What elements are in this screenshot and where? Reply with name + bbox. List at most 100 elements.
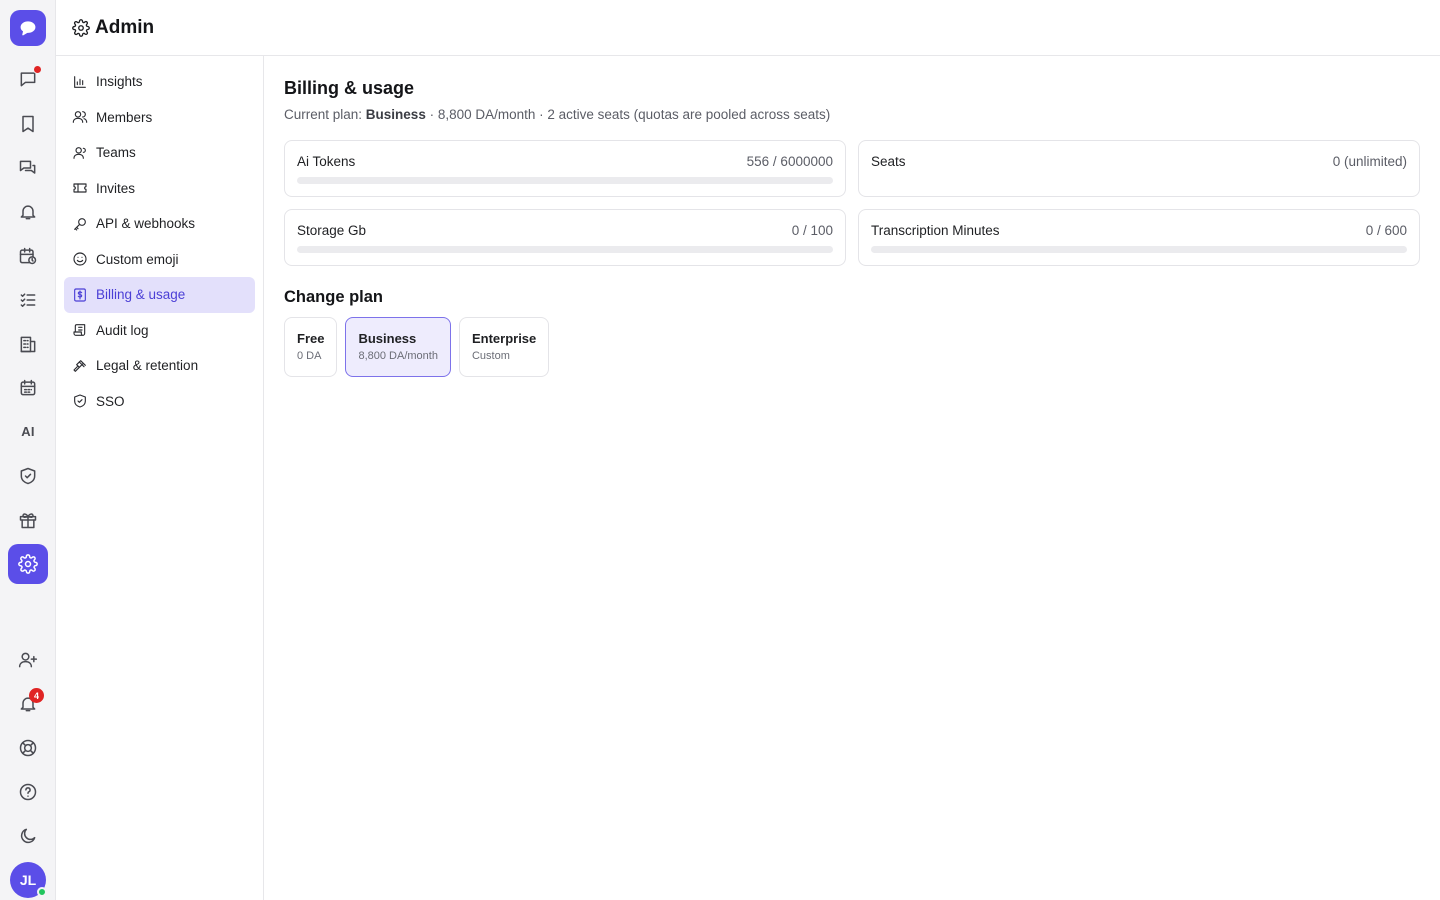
rail-chats[interactable] — [8, 59, 48, 99]
rail-tasks[interactable] — [8, 280, 48, 320]
current-plan-summary: Current plan: Business · 8,800 DA/month … — [284, 107, 1420, 122]
notification-count-badge: 4 — [29, 688, 44, 703]
rail-ai[interactable]: AI — [8, 411, 48, 451]
rail-calendar[interactable] — [8, 368, 48, 408]
sidebar-item-teams[interactable]: Teams — [64, 135, 255, 171]
rail-threads[interactable] — [8, 148, 48, 188]
team-icon — [73, 146, 86, 159]
scroll-icon — [73, 324, 86, 337]
rail-schedule[interactable] — [8, 236, 48, 276]
ai-icon: AI — [21, 423, 35, 439]
sidebar-item-label: Teams — [96, 145, 136, 161]
threads-icon — [19, 160, 36, 174]
shield-check-icon — [20, 467, 36, 485]
usage-value: 0 / 100 — [791, 223, 833, 238]
smile-icon — [73, 252, 87, 266]
app-logo[interactable] — [10, 10, 46, 46]
usage-value: 556 / 6000000 — [746, 154, 833, 169]
user-avatar[interactable]: JL — [10, 862, 47, 898]
page-header: Admin — [56, 0, 1440, 56]
sidebar-item-label: Invites — [96, 180, 136, 196]
sidebar-item-label: Custom emoji — [96, 251, 179, 267]
sidebar-item-billing-usage[interactable]: Billing & usage — [64, 277, 255, 313]
rail-notifications[interactable]: 4 — [8, 684, 48, 724]
sidebar-item-label: Audit log — [96, 322, 149, 338]
sidebar-item-invites[interactable]: Invites — [64, 171, 255, 207]
building-icon — [20, 336, 36, 353]
shield-icon — [74, 394, 86, 408]
sidebar-item-insights[interactable]: Insights — [64, 64, 255, 100]
ticket-icon — [73, 183, 87, 193]
avatar-initials: JL — [19, 872, 37, 888]
sidebar-item-label: Insights — [96, 74, 143, 90]
sidebar-item-members[interactable]: Members — [64, 100, 255, 136]
plan-options: Free 0 DA Business 8,800 DA/month Enterp… — [284, 317, 1420, 377]
key-icon — [74, 217, 86, 231]
usage-value: 0 / 600 — [1365, 223, 1407, 238]
app-rail: AI 4 JL — [0, 0, 56, 900]
sidebar-item-label: Billing & usage — [96, 287, 186, 303]
gear-icon — [18, 554, 38, 574]
page-title: Admin — [95, 16, 155, 38]
plan-details: · 8,800 DA/month · 2 active seats (quota… — [425, 107, 831, 122]
add-user-icon — [18, 652, 38, 668]
plan-prefix: Current plan: — [284, 107, 366, 122]
plan-option-enterprise[interactable]: Enterprise Custom — [458, 317, 550, 377]
bookmark-icon — [22, 115, 34, 133]
plan-price: 8,800 DA/month — [358, 350, 438, 362]
sidebar-item-label: Members — [96, 109, 153, 125]
sidebar-item-custom-emoji[interactable]: Custom emoji — [64, 242, 255, 278]
plan-name: Business — [358, 331, 417, 346]
rail-theme-toggle[interactable] — [8, 816, 48, 856]
plan-price: 0 DA — [297, 350, 322, 362]
usage-label: Transcription Minutes — [871, 223, 1000, 238]
dollar-file-icon — [74, 288, 86, 302]
bar-chart-icon — [74, 75, 86, 88]
rail-admin[interactable] — [8, 544, 48, 584]
usage-progress-bar — [297, 177, 833, 184]
help-icon — [19, 783, 37, 801]
plan-option-free[interactable]: Free 0 DA — [284, 317, 338, 377]
usage-grid: Ai Tokens 556 / 6000000 Seats 0 (unlimit… — [284, 140, 1420, 266]
plan-price: Custom — [471, 350, 510, 362]
rail-bookmarks[interactable] — [8, 104, 48, 144]
change-plan-heading: Change plan — [284, 288, 384, 306]
admin-sidebar: Insights Members Teams Invites API & web… — [56, 56, 264, 900]
plan-option-business[interactable]: Business 8,800 DA/month — [345, 317, 451, 377]
rail-invite-user[interactable] — [8, 640, 48, 680]
usage-card-ai-tokens: Ai Tokens 556 / 6000000 — [284, 140, 846, 197]
online-status-dot — [37, 887, 47, 897]
sidebar-item-label: Legal & retention — [96, 358, 199, 374]
usage-card-storage: Storage Gb 0 / 100 — [284, 209, 846, 266]
calendar-clock-icon — [19, 247, 37, 265]
rail-gifts[interactable] — [8, 500, 48, 540]
usage-progress-bar — [297, 246, 833, 253]
sidebar-item-sso[interactable]: SSO — [64, 384, 255, 420]
section-heading: Billing & usage — [284, 78, 415, 98]
usage-label: Seats — [871, 154, 906, 169]
rail-activity[interactable] — [8, 192, 48, 232]
tasks-icon — [20, 293, 36, 307]
usage-label: Ai Tokens — [297, 154, 356, 169]
lifebuoy-icon — [19, 739, 37, 757]
rail-support[interactable] — [8, 728, 48, 768]
calendar-icon — [20, 379, 36, 396]
sidebar-item-legal-retention[interactable]: Legal & retention — [64, 348, 255, 384]
usage-label: Storage Gb — [297, 223, 367, 238]
sidebar-item-api-webhooks[interactable]: API & webhooks — [64, 206, 255, 242]
gavel-icon — [73, 359, 86, 372]
plan-name: Enterprise — [471, 331, 537, 346]
gift-icon — [19, 513, 37, 529]
chat-bubble-logo-icon — [20, 21, 36, 36]
sidebar-item-audit-log[interactable]: Audit log — [64, 313, 255, 349]
bell-icon — [20, 205, 36, 220]
rail-directory[interactable] — [8, 324, 48, 364]
unread-dot — [33, 65, 42, 74]
moon-icon — [20, 828, 36, 844]
rail-security[interactable] — [8, 456, 48, 496]
sidebar-item-label: API & webhooks — [96, 216, 196, 232]
current-plan-name: Business — [365, 107, 426, 122]
gear-icon — [72, 18, 90, 37]
users-icon — [72, 111, 88, 124]
rail-help[interactable] — [8, 772, 48, 812]
